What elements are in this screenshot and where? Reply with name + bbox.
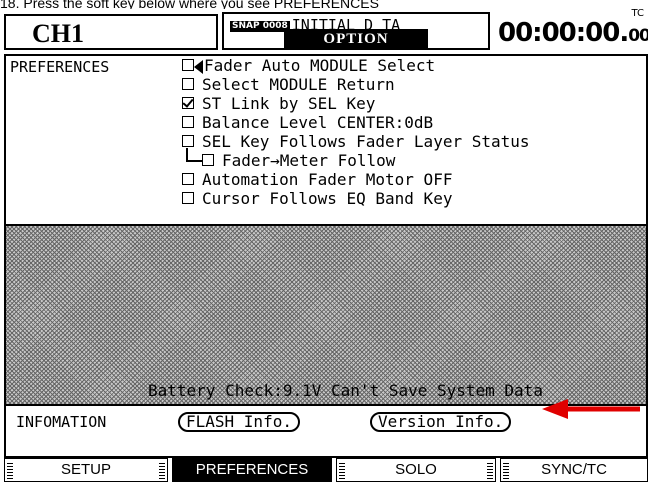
flash-info-button[interactable]: FLASH Info. bbox=[178, 412, 300, 432]
checkbox[interactable] bbox=[182, 192, 194, 204]
battery-status-text: Battery Check:9.1V Can't Save System Dat… bbox=[148, 381, 543, 400]
tab-setup[interactable]: SETUP bbox=[4, 458, 168, 482]
screen-name: OPTION bbox=[284, 29, 428, 48]
preferences-area: PREFERENCES Fader Auto MODULE Select Sel… bbox=[6, 56, 646, 226]
timecode-value: 00:00:00.00 bbox=[498, 18, 648, 48]
soft-key-tabs: SETUP PREFERENCES SOLO SYNC/TC bbox=[4, 458, 648, 482]
empty-hatched-area bbox=[6, 226, 646, 404]
tab-edge bbox=[339, 461, 345, 479]
tab-edge bbox=[159, 461, 165, 479]
tab-preferences[interactable]: PREFERENCES bbox=[172, 458, 332, 482]
preferences-section-label: PREFERENCES bbox=[10, 58, 110, 76]
tab-edge bbox=[487, 461, 493, 479]
checkbox[interactable] bbox=[182, 59, 194, 71]
checkbox[interactable] bbox=[202, 154, 214, 166]
tab-solo[interactable]: SOLO bbox=[336, 458, 496, 482]
snap-tag: SNAP 0008 bbox=[230, 21, 290, 32]
checkbox[interactable] bbox=[182, 78, 194, 90]
tree-connector bbox=[186, 148, 202, 162]
top-instruction-text: 18. Press the soft key below where you s… bbox=[0, 0, 379, 9]
red-arrow-icon bbox=[542, 399, 640, 419]
tab-sync-tc[interactable]: SYNC/TC bbox=[500, 458, 648, 482]
screen: 18. Press the soft key below where you s… bbox=[0, 0, 648, 491]
checkbox[interactable] bbox=[182, 135, 194, 147]
information-section-label: INFOMATION bbox=[16, 413, 107, 431]
checkbox[interactable] bbox=[182, 116, 194, 128]
cursor-arrow-icon bbox=[194, 60, 203, 74]
tab-edge bbox=[7, 461, 13, 479]
screen-title-box: SNAP 0008 INITIAL_D TA OPTION bbox=[222, 12, 490, 50]
version-info-button[interactable]: Version Info. bbox=[370, 412, 512, 432]
checkbox[interactable] bbox=[182, 173, 194, 185]
channel-indicator: CH1 bbox=[4, 14, 218, 50]
timecode-display: TC 00:00:00.00 bbox=[494, 8, 648, 50]
tab-edge bbox=[503, 461, 509, 479]
checkbox-checked[interactable] bbox=[182, 97, 194, 109]
